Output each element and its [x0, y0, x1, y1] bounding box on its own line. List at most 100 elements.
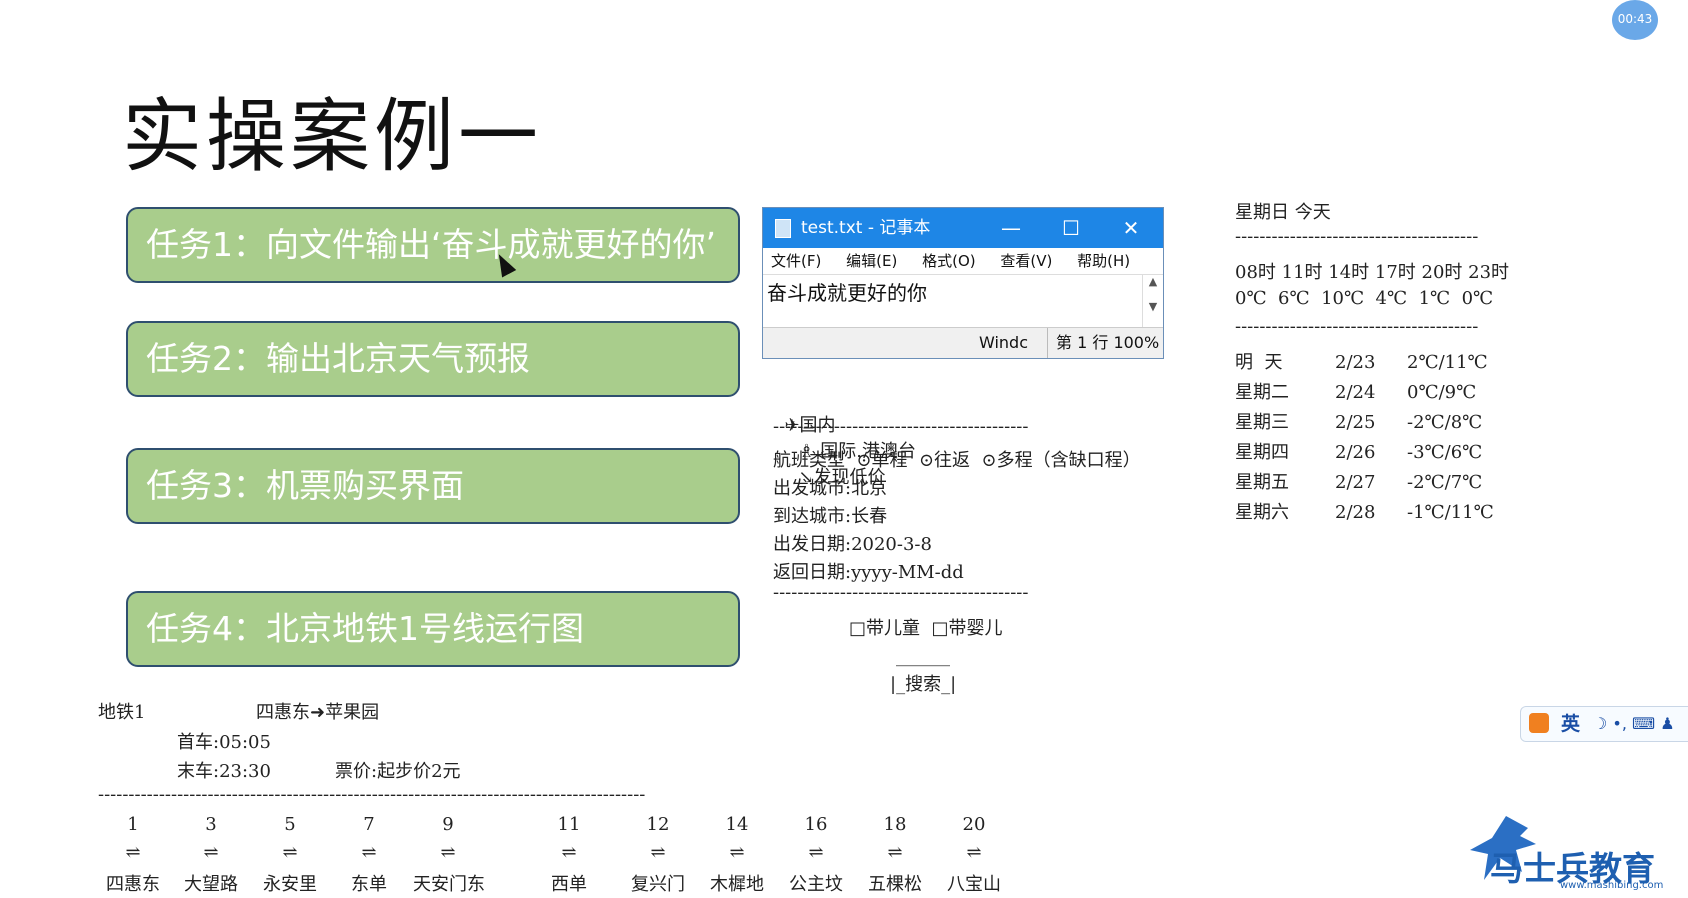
forecast-range: -2℃/7℃ [1407, 472, 1483, 493]
scroll-down-icon[interactable]: ▼ [1143, 300, 1163, 313]
forecast-row: 星期五 2/27 -2℃/7℃ [1235, 468, 1494, 498]
notepad-titlebar[interactable]: test.txt - 记事本 — ☐ ✕ [763, 208, 1163, 248]
forecast-date: 2/25 [1335, 412, 1376, 433]
search-button-top: ______ [896, 646, 950, 667]
ime-toolbar[interactable]: 英 ☽ •, ⌨ ♟ [1520, 706, 1688, 742]
ime-tools-icon[interactable]: ☽ •, ⌨ ♟ [1593, 707, 1675, 741]
forecast-range: 0℃/9℃ [1407, 382, 1477, 403]
maximize-button[interactable]: ☐ [1041, 208, 1101, 248]
weather-forecast-list: 明 天 2/23 2℃/11℃ 星期二 2/24 0℃/9℃ 星期三 2/25 -2℃/8℃… [1235, 348, 1494, 528]
forecast-day: 星期六 [1235, 502, 1289, 523]
forecast-day: 星期四 [1235, 442, 1289, 463]
station-number: 5 [284, 814, 296, 835]
notepad-title: test.txt - 记事本 [801, 218, 931, 238]
task-1-card: 任务1：向文件输出‘奋斗成就更好的你’ [126, 207, 740, 283]
weather-divider-2: ---------------------------------------- [1235, 316, 1479, 337]
subway-line: 地铁1 [98, 702, 146, 723]
menu-edit[interactable]: 编辑(E) [846, 252, 897, 270]
station-number: 12 [646, 814, 670, 835]
depart-date: 出发日期:2020-3-8 [773, 534, 932, 555]
subway-station: 9 ⇌ 天安门东 [413, 814, 485, 896]
station-number: 16 [804, 814, 828, 835]
station-number: 11 [557, 814, 581, 835]
weather-hours: 08时 11时 14时 17时 20时 23时 [1235, 262, 1510, 283]
subway-station: 14 ⇌ 木樨地 [702, 814, 772, 896]
station-name: 复兴门 [631, 874, 685, 895]
forecast-range: -3℃/6℃ [1407, 442, 1483, 463]
forecast-day: 明 天 [1235, 352, 1283, 373]
menu-view[interactable]: 查看(V) [1000, 252, 1052, 270]
subway-price: 票价:起步价2元 [335, 761, 461, 782]
subway-route: 四惠东➜苹果园 [256, 702, 380, 723]
task-3-card: 任务3：机票购买界面 [126, 448, 740, 524]
forecast-range: 2℃/11℃ [1407, 352, 1488, 373]
station-number: 9 [442, 814, 454, 835]
weather-temps: 0℃ 6℃ 10℃ 4℃ 1℃ 0℃ [1235, 288, 1494, 309]
station-arrow-icon: ⇌ [650, 842, 666, 863]
subway-station: 5 ⇌ 永安里 [255, 814, 325, 896]
notepad-text[interactable]: 奋斗成就更好的你 [767, 277, 927, 306]
ime-language[interactable]: 英 [1561, 707, 1580, 741]
passenger-options: □带儿童 □带婴儿 [849, 618, 1003, 639]
station-name: 大望路 [184, 874, 238, 895]
notepad-editor[interactable]: 奋斗成就更好的你 ▲ ▼ [763, 274, 1163, 327]
station-number: 1 [127, 814, 139, 835]
station-number: 18 [883, 814, 907, 835]
subway-first-train: 首车:05:05 [177, 732, 271, 753]
station-arrow-icon: ⇌ [282, 842, 298, 863]
weather-header: 星期日 今天 [1235, 202, 1331, 223]
forecast-row: 星期二 2/24 0℃/9℃ [1235, 378, 1494, 408]
station-name: 公主坟 [789, 874, 843, 895]
forecast-date: 2/24 [1335, 382, 1376, 403]
subway-station: 3 ⇌ 大望路 [176, 814, 246, 896]
forecast-row: 明 天 2/23 2℃/11℃ [1235, 348, 1494, 378]
task-2-card: 任务2：输出北京天气预报 [126, 321, 740, 397]
station-name: 四惠东 [106, 874, 160, 895]
return-date: 返回日期:yyyy-MM-dd [773, 562, 964, 583]
station-number: 3 [205, 814, 217, 835]
menu-file[interactable]: 文件(F) [771, 252, 821, 270]
notepad-window[interactable]: test.txt - 记事本 — ☐ ✕ 文件(F) 编辑(E) 格式(O) 查… [762, 207, 1164, 359]
station-name: 五棵松 [868, 874, 922, 895]
flight-divider-2: ----------------------------------------… [773, 582, 1029, 603]
station-arrow-icon: ⇌ [361, 842, 377, 863]
forecast-date: 2/27 [1335, 472, 1376, 493]
subway-divider: ----------------------------------------… [98, 784, 646, 805]
minimize-button[interactable]: — [981, 208, 1041, 248]
subway-station: 11 ⇌ 西单 [534, 814, 604, 896]
page-title: 实操案例一 [122, 90, 542, 183]
station-name: 永安里 [263, 874, 317, 895]
station-arrow-icon: ⇌ [203, 842, 219, 863]
subway-station: 18 ⇌ 五棵松 [860, 814, 930, 896]
menu-format[interactable]: 格式(O) [922, 252, 976, 270]
arrive-city: 到达城市:长春 [773, 506, 888, 527]
forecast-day: 星期三 [1235, 412, 1289, 433]
search-button: |_搜索_| [890, 674, 957, 695]
station-name: 八宝山 [947, 874, 1001, 895]
scroll-up-icon[interactable]: ▲ [1143, 275, 1163, 288]
status-position: 第 1 行 100% [1047, 328, 1159, 358]
station-number: 20 [962, 814, 986, 835]
station-arrow-icon: ⇌ [125, 842, 141, 863]
flight-type-line: 航班类型 ⊙单程 ⊙往返 ⊙多程（含缺口程） [773, 450, 1141, 471]
menu-help[interactable]: 帮助(H) [1077, 252, 1130, 270]
video-timer-badge: 00:43 [1612, 0, 1658, 40]
vertical-scrollbar[interactable]: ▲ ▼ [1142, 275, 1163, 327]
weather-divider: ---------------------------------------- [1235, 226, 1479, 247]
forecast-date: 2/26 [1335, 442, 1376, 463]
station-name: 木樨地 [710, 874, 764, 895]
station-arrow-icon: ⇌ [966, 842, 982, 863]
subway-station: 1 ⇌ 四惠东 [98, 814, 168, 896]
forecast-day: 星期五 [1235, 472, 1289, 493]
subway-station: 16 ⇌ 公主坟 [781, 814, 851, 896]
status-encoding: Windc [979, 333, 1029, 352]
station-name: 西单 [551, 874, 587, 895]
notepad-statusbar: Windc 第 1 行 100% [763, 327, 1163, 358]
close-button[interactable]: ✕ [1101, 208, 1161, 248]
station-arrow-icon: ⇌ [440, 842, 456, 863]
forecast-row: 星期四 2/26 -3℃/6℃ [1235, 438, 1494, 468]
depart-city: 出发城市:北京 [773, 478, 888, 499]
station-arrow-icon: ⇌ [561, 842, 577, 863]
task-4-card: 任务4：北京地铁1号线运行图 [126, 591, 740, 667]
station-name: 天安门东 [413, 874, 485, 895]
